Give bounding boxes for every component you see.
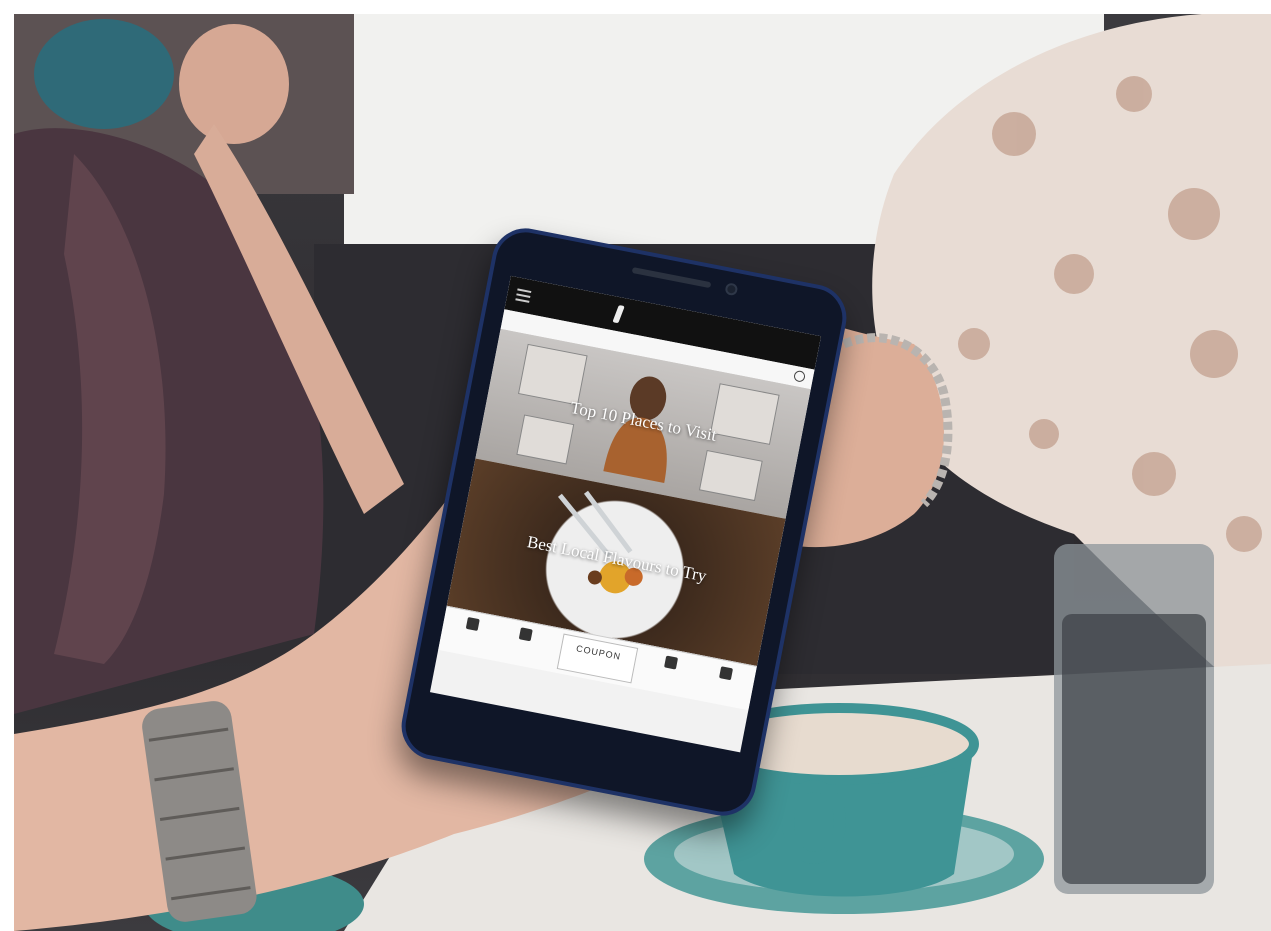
nav-home[interactable]	[446, 613, 498, 637]
phone-icon	[718, 666, 734, 681]
nav-car[interactable]	[645, 652, 697, 676]
water-glass-liquid	[1062, 614, 1206, 884]
hamburger-menu-icon[interactable]	[515, 288, 532, 303]
left-person-hand	[179, 24, 289, 144]
nav-phone[interactable]	[700, 663, 752, 687]
held-teal-cup	[34, 19, 174, 129]
nav-grid[interactable]	[500, 624, 552, 648]
search-icon[interactable]	[793, 369, 806, 383]
app-logo-icon	[612, 305, 625, 324]
home-icon	[465, 616, 480, 632]
left-person-body	[14, 128, 324, 714]
grid-icon	[518, 627, 533, 642]
coupon-label: COUPON	[575, 643, 622, 662]
coupon-button[interactable]: COUPON	[556, 633, 639, 684]
cafe-photo: Top 10 Places to Visit Best Local Flavou…	[14, 14, 1271, 931]
car-icon	[664, 655, 679, 670]
image-frame: Top 10 Places to Visit Best Local Flavou…	[0, 0, 1271, 931]
